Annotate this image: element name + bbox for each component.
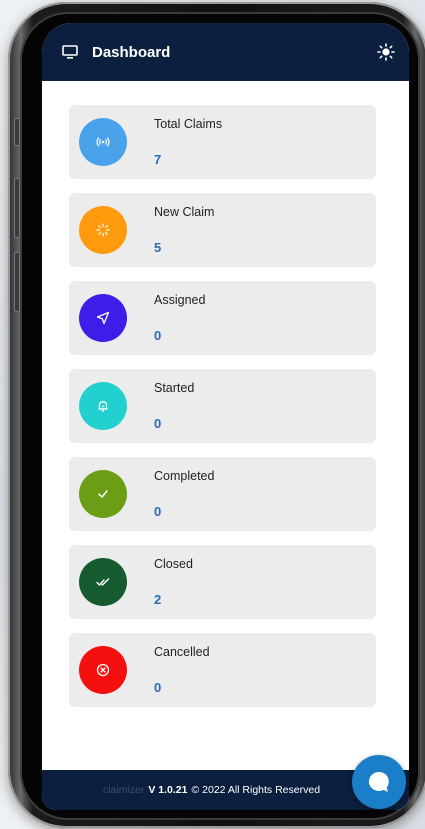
- footer-version: V 1.0.21: [148, 784, 188, 796]
- monitor-icon[interactable]: [62, 45, 78, 59]
- card-label: Assigned: [154, 293, 206, 307]
- send-icon: [96, 311, 110, 325]
- card-total-claims[interactable]: Total Claims 7: [69, 105, 376, 179]
- footer-brand[interactable]: claimizer: [103, 784, 144, 796]
- card-count: 0: [154, 328, 162, 343]
- card-label: Total Claims: [154, 117, 223, 131]
- card-icon-circle: [79, 558, 127, 606]
- page-title: Dashboard: [92, 43, 171, 61]
- x-circle-icon: [96, 663, 110, 677]
- top-bar: Dashboard: [42, 23, 409, 81]
- card-icon-circle: [79, 470, 127, 518]
- check-icon: [98, 490, 108, 498]
- bell-icon: [98, 401, 108, 412]
- loader-icon: [96, 223, 110, 237]
- card-count: 0: [154, 504, 162, 519]
- footer-copyright: © 2022 All Rights Reserved: [191, 784, 321, 796]
- card-count: 5: [154, 240, 162, 255]
- phone-side-button: [14, 118, 20, 146]
- card-new-claim[interactable]: New Claim 5: [69, 193, 376, 267]
- card-label: Cancelled: [154, 645, 210, 659]
- double-check-icon: [96, 578, 110, 586]
- card-count: 0: [154, 680, 162, 695]
- card-icon-circle: [79, 118, 127, 166]
- card-count: 0: [154, 416, 162, 431]
- card-icon-circle: [79, 206, 127, 254]
- card-closed[interactable]: Closed 2: [69, 545, 376, 619]
- card-started[interactable]: Started 0: [69, 369, 376, 443]
- card-icon-circle: [79, 646, 127, 694]
- broadcast-icon: [96, 137, 110, 147]
- card-label: Closed: [154, 557, 193, 571]
- card-completed[interactable]: Completed 0: [69, 457, 376, 531]
- card-label: New Claim: [154, 205, 215, 219]
- card-icon-circle: [79, 382, 127, 430]
- chat-bubble-icon: [368, 771, 389, 792]
- card-label: Started: [154, 381, 195, 395]
- chat-button[interactable]: [352, 755, 406, 809]
- card-assigned[interactable]: Assigned 0: [69, 281, 376, 355]
- app-screen: Dashboard Total Claims 7 New Claim 5 Ass…: [42, 23, 409, 810]
- card-cancelled[interactable]: Cancelled 0: [69, 633, 376, 707]
- phone-volume-down: [14, 252, 20, 312]
- claims-card-list: Total Claims 7 New Claim 5 Assigned 0 St…: [69, 105, 376, 721]
- card-label: Completed: [154, 469, 215, 483]
- card-count: 2: [154, 592, 162, 607]
- card-icon-circle: [79, 294, 127, 342]
- sun-icon[interactable]: [377, 43, 395, 61]
- phone-volume-up: [14, 178, 20, 238]
- card-count: 7: [154, 152, 162, 167]
